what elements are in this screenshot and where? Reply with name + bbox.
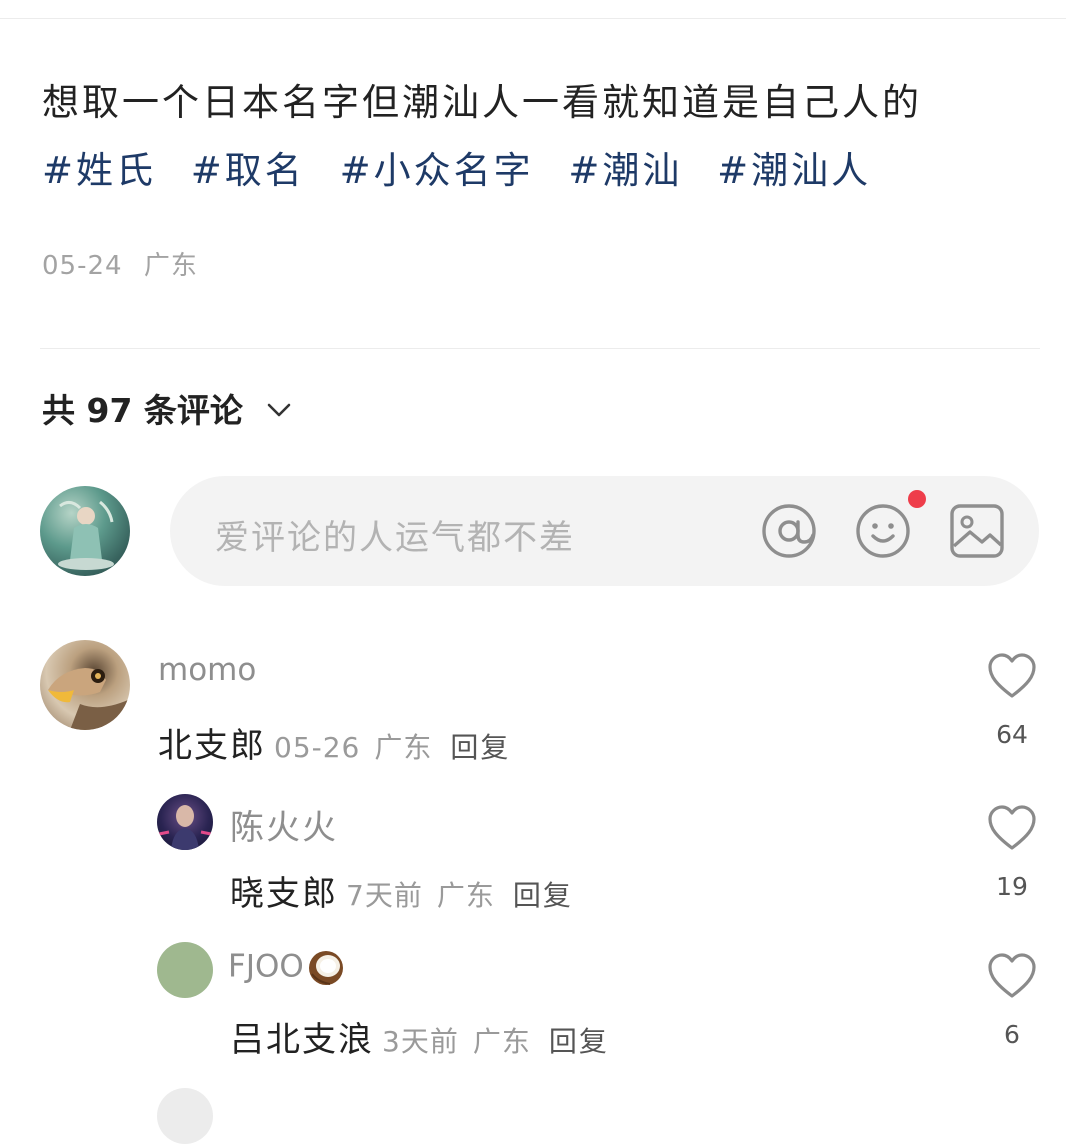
comment-count-toggle[interactable]: 共 97 条评论 — [42, 384, 292, 432]
avatar[interactable] — [40, 640, 130, 730]
at-icon[interactable] — [760, 502, 818, 560]
tag-link[interactable]: #姓氏 — [42, 149, 156, 192]
top-divider — [0, 18, 1066, 19]
reply-button[interactable]: 回复 — [450, 731, 510, 764]
comment-date: 7天前 — [346, 879, 423, 912]
image-icon[interactable] — [948, 502, 1006, 560]
comment-username[interactable]: FJOO — [228, 948, 346, 988]
post-date: 05-24 — [42, 251, 123, 281]
emoji-icon[interactable] — [854, 502, 912, 560]
notification-dot — [908, 490, 926, 508]
chevron-down-icon — [268, 403, 291, 416]
section-divider — [40, 348, 1040, 349]
reply-button[interactable]: 回复 — [549, 1025, 609, 1058]
comment-location: 广东 — [436, 879, 495, 912]
comment-username[interactable] — [230, 1086, 530, 1101]
comment-username[interactable]: 陈火火 — [230, 800, 338, 849]
current-user-avatar[interactable] — [40, 486, 130, 576]
comment-body: 北支郎 — [158, 726, 266, 766]
comment-input[interactable]: 爱评论的人运气都不差 — [170, 476, 1039, 586]
avatar-art — [58, 500, 114, 570]
comment-placeholder: 爱评论的人运气都不差 — [215, 518, 575, 558]
comment-text: 北支郎 05-26 广东 回复 — [158, 718, 510, 767]
comment-date: 3天前 — [382, 1025, 459, 1058]
post-meta: 05-24 广东 — [42, 245, 198, 282]
post-text: 想取一个日本名字但潮汕人一看就知道是自己人的 — [42, 81, 922, 124]
heart-icon[interactable] — [986, 804, 1038, 852]
comment-username[interactable]: momo — [158, 652, 256, 688]
username-text: FJOO — [228, 948, 304, 985]
comment-count-label: 共 97 条评论 — [42, 391, 243, 430]
comment-location: 广东 — [472, 1025, 531, 1058]
comment-body: 吕北支浪 — [230, 1020, 374, 1060]
tag-link[interactable]: #小众名字 — [340, 149, 534, 192]
like-count: 6 — [1004, 1020, 1020, 1049]
comment-text: 吕北支浪 3天前 广东 回复 — [230, 1012, 609, 1061]
eagle-avatar-art — [48, 668, 130, 730]
comment-body: 晓支郎 — [230, 874, 338, 914]
comment-location: 广东 — [374, 731, 433, 764]
like-count: 19 — [996, 872, 1028, 901]
avatar[interactable] — [157, 942, 213, 998]
comment-date: 05-26 — [274, 731, 361, 764]
tag-link[interactable]: #潮汕 — [568, 149, 682, 192]
heart-icon[interactable] — [986, 952, 1038, 1000]
like-count: 64 — [996, 720, 1028, 749]
coconut-icon — [308, 951, 343, 985]
heart-icon[interactable] — [986, 652, 1038, 700]
avatar[interactable] — [157, 1088, 213, 1144]
avatar-art — [158, 805, 212, 850]
comment-text: 晓支郎 7天前 广东 回复 — [230, 866, 573, 915]
reply-button[interactable]: 回复 — [513, 879, 573, 912]
tag-link[interactable]: #潮汕人 — [717, 149, 871, 192]
avatar[interactable] — [157, 794, 213, 850]
post-location: 广东 — [143, 251, 198, 281]
post-tags: #姓氏 #取名 #小众名字 #潮汕 #潮汕人 — [42, 140, 891, 194]
tag-link[interactable]: #取名 — [191, 149, 305, 192]
